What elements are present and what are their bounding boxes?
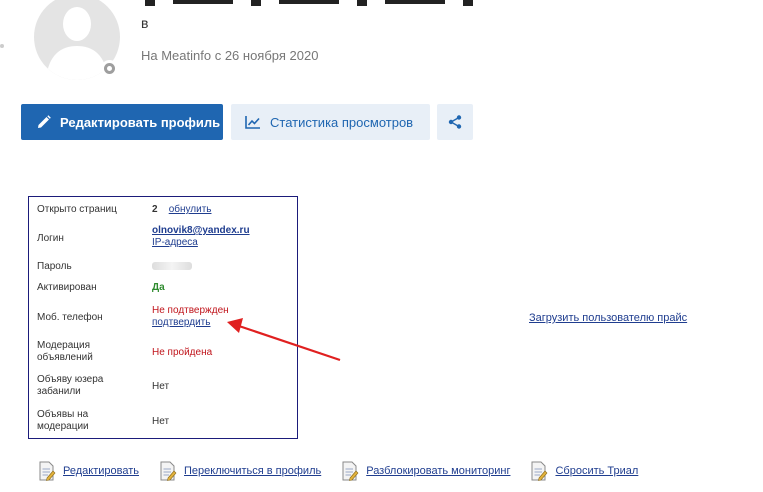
password-label: Пароль: [37, 261, 72, 272]
login-label: Логин: [37, 233, 64, 244]
action-unlock-monitoring[interactable]: Разблокировать мониторинг: [341, 461, 510, 481]
document-edit-icon: [39, 461, 56, 481]
document-edit-icon: [160, 461, 177, 481]
password-hidden: [152, 262, 192, 271]
pencil-icon: [38, 115, 51, 128]
on-moderation-label-line1: Объявы на: [37, 409, 89, 420]
edit-profile-label: Редактировать профиль: [60, 114, 221, 130]
on-moderation-value: Нет: [152, 416, 170, 427]
opened-pages-value: 2: [152, 204, 158, 215]
opened-pages-label: Открыто страниц: [37, 204, 117, 215]
activated-value: Да: [152, 282, 165, 293]
activated-label: Активирован: [37, 282, 97, 293]
admin-actions: Редактировать Переключиться в профиль Ра…: [38, 461, 658, 481]
banned-label-line2: забанили: [37, 386, 81, 397]
phone-status: Не подтвержден: [152, 305, 229, 316]
action-edit-label: Редактировать: [63, 465, 139, 477]
user-info-table: Открыто страниц 2 обнулить Логин olnovik…: [28, 196, 298, 439]
confirm-phone-link[interactable]: подтвердить: [152, 317, 210, 328]
banned-value: Нет: [152, 381, 170, 392]
decorative-dot: [0, 44, 4, 48]
on-moderation-label-line2: модерации: [37, 421, 89, 432]
moderation-label-line2: объявлений: [37, 352, 93, 363]
share-button[interactable]: [437, 104, 473, 140]
ip-addresses-link[interactable]: IP-адреса: [152, 237, 198, 248]
action-edit[interactable]: Редактировать: [38, 461, 139, 481]
online-status-icon: [101, 60, 118, 77]
action-switch-profile[interactable]: Переключиться в профиль: [159, 461, 321, 481]
chart-icon: [245, 116, 260, 129]
profile-letter: в: [141, 15, 149, 31]
phone-label: Моб. телефон: [37, 312, 103, 323]
member-since: На Meatinfo с 26 ноября 2020: [141, 48, 319, 63]
view-stats-button[interactable]: Статистика просмотров: [231, 104, 430, 140]
share-icon: [448, 115, 462, 129]
edit-profile-button[interactable]: Редактировать профиль: [21, 104, 223, 140]
banned-label-line1: Объяву юзера: [37, 374, 104, 385]
view-stats-label: Статистика просмотров: [270, 114, 414, 130]
reset-link[interactable]: обнулить: [169, 204, 212, 215]
action-reset-trial-label: Сбросить Триал: [555, 465, 639, 477]
action-unlock-monitoring-label: Разблокировать мониторинг: [366, 465, 511, 477]
document-edit-icon: [342, 461, 359, 481]
moderation-label-line1: Модерация: [37, 340, 91, 351]
document-edit-icon: [531, 461, 548, 481]
action-reset-trial[interactable]: Сбросить Триал: [530, 461, 638, 481]
truncated-profile-name: [145, 0, 473, 6]
login-email-link[interactable]: olnovik8@yandex.ru: [152, 225, 250, 236]
moderation-value: Не пройдена: [152, 347, 213, 358]
action-switch-profile-label: Переключиться в профиль: [184, 465, 322, 477]
upload-price-link[interactable]: Загрузить пользователю прайс: [529, 312, 687, 324]
